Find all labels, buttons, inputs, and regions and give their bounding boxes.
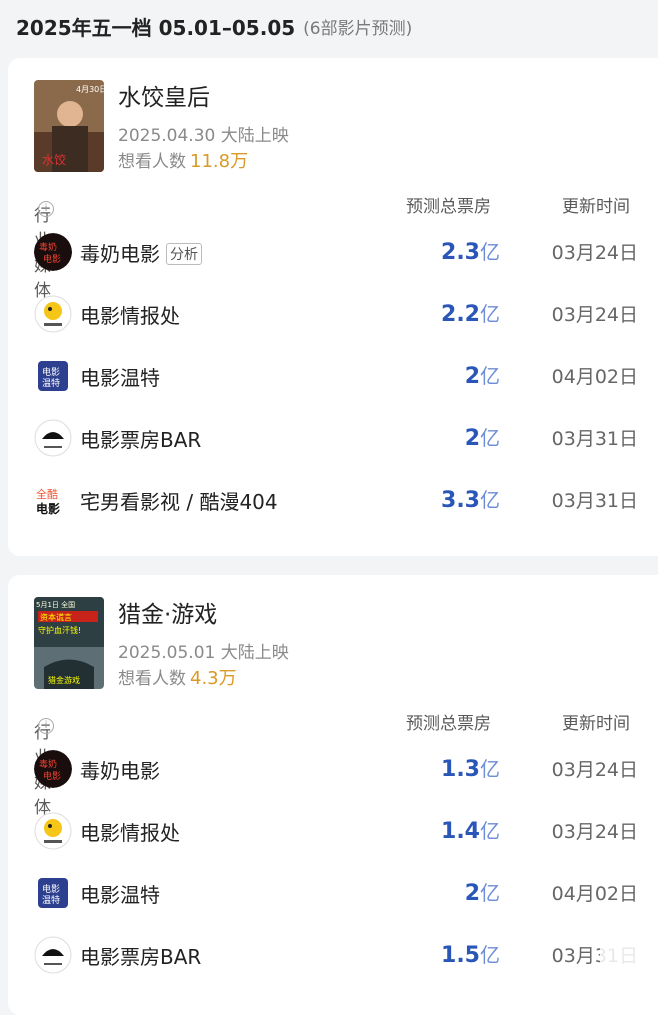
table-row[interactable]: 电影情报处 2.2亿 03月24日 (8, 285, 658, 347)
update-time: 04月02日 (551, 883, 638, 905)
update-time: 03月24日 (551, 759, 638, 781)
update-time: 04月02日 (551, 366, 638, 388)
dunai-logo-icon: 毒奶 电影 (34, 750, 72, 788)
table-row[interactable]: 毒奶 电影 毒奶电影 分析 2.3亿 03月24日 (8, 223, 658, 285)
box-column-header: 预测总票房 (406, 714, 491, 734)
table-header: 行业媒体i 预测总票房 更新时间 (8, 183, 658, 301)
want-count: 11.8万 (190, 151, 249, 172)
want-count: 4.3万 (190, 668, 237, 689)
svg-text:资本谎言: 资本谎言 (40, 612, 72, 622)
table-row[interactable]: 电影票房BAR 2亿 03月31日 (8, 409, 658, 471)
svg-text:全酷: 全酷 (36, 487, 58, 501)
wente-logo-icon: 电影 温特 (34, 874, 72, 912)
want-to-see: 想看人数 4.3万 (118, 664, 237, 690)
update-time: 03月24日 (551, 821, 638, 843)
table-row[interactable]: 全酷 电影 宅男看影视 / 酷漫404 3.3亿 03月31日 (8, 471, 658, 533)
box-office-value: 2.3亿 (441, 240, 500, 265)
watermark-overlay (600, 940, 658, 1000)
box-office-value: 1.3亿 (441, 757, 500, 782)
box-office-value: 1.5亿 (441, 943, 500, 968)
media-name[interactable]: 电影票房BAR (80, 941, 201, 970)
svg-text:毒奶: 毒奶 (39, 758, 57, 770)
svg-text:电影: 电影 (43, 253, 61, 265)
want-label: 想看人数 (118, 669, 186, 689)
svg-text:4月30日: 4月30日 (76, 85, 104, 94)
table-header: 行业媒体i 预测总票房 更新时间 (8, 700, 658, 818)
table-row[interactable]: 电影 温特 电影温特 2亿 04月02日 (8, 347, 658, 409)
update-time: 03月31日 (551, 428, 638, 450)
movie-title: 猎金·游戏 (118, 602, 218, 628)
media-name[interactable]: 电影票房BAR (80, 424, 201, 453)
analysis-tag[interactable]: 分析 (166, 243, 202, 265)
box-office-value: 2亿 (464, 426, 500, 451)
svg-text:水饺: 水饺 (42, 152, 66, 167)
time-column-header: 更新时间 (562, 197, 630, 217)
box-office-value: 2亿 (464, 364, 500, 389)
update-time: 03月24日 (551, 304, 638, 326)
media-name[interactable]: 电影温特 (80, 879, 160, 908)
movie-info[interactable]: 5月1日 全国 资本谎言 守护血汗钱! 猎金游戏 猎金·游戏 2025.05.0… (8, 575, 658, 700)
qingbaochu-logo-icon (34, 295, 72, 333)
qingbaochu-logo-icon (34, 812, 72, 850)
movie-info[interactable]: 4月30日 水饺 水饺皇后 2025.04.30 大陆上映 想看人数 11.8万 (8, 58, 658, 183)
box-office-value: 1.4亿 (441, 819, 500, 844)
kuman-logo-icon: 全酷 电影 (34, 481, 72, 519)
box-office-value: 3.3亿 (441, 488, 500, 513)
release-date: 2025.04.30 大陆上映 (118, 126, 289, 146)
movie-poster[interactable]: 4月30日 水饺 (34, 80, 104, 172)
svg-text:5月1日 全国: 5月1日 全国 (36, 600, 75, 609)
media-name[interactable]: 毒奶电影 (80, 755, 160, 784)
want-label: 想看人数 (118, 152, 186, 172)
media-name[interactable]: 毒奶电影 分析 (80, 238, 202, 267)
piaofang-bar-logo-icon (34, 419, 72, 457)
update-time: 03月24日 (551, 242, 638, 264)
page-title: 2025年五一档 05.01–05.05 (16, 15, 296, 40)
wente-logo-icon: 电影 温特 (34, 357, 72, 395)
want-to-see: 想看人数 11.8万 (118, 147, 248, 173)
movie-card[interactable]: 4月30日 水饺 水饺皇后 2025.04.30 大陆上映 想看人数 11.8万 … (8, 58, 658, 556)
svg-text:猎金游戏: 猎金游戏 (48, 675, 80, 685)
svg-text:电影: 电影 (43, 770, 61, 782)
svg-text:守护血汗钱!: 守护血汗钱! (38, 625, 81, 635)
svg-text:温特: 温特 (42, 377, 60, 389)
media-name[interactable]: 电影温特 (80, 362, 160, 391)
table-row[interactable]: 电影情报处 1.4亿 03月24日 (8, 802, 658, 864)
page-subtitle: (6部影片预测) (303, 18, 413, 39)
piaofang-bar-logo-icon (34, 936, 72, 974)
movie-poster[interactable]: 5月1日 全国 资本谎言 守护血汗钱! 猎金游戏 (34, 597, 104, 689)
update-time: 03月31日 (551, 490, 638, 512)
page-header: 2025年五一档 05.01–05.05 (6部影片预测) (0, 0, 658, 52)
table-row[interactable]: 电影票房BAR 1.5亿 03月31日 (8, 926, 658, 988)
svg-text:毒奶: 毒奶 (39, 241, 57, 253)
dunai-logo-icon: 毒奶 电影 (34, 233, 72, 271)
box-office-value: 2亿 (464, 881, 500, 906)
info-icon[interactable]: i (38, 718, 54, 734)
media-name[interactable]: 电影情报处 (80, 817, 180, 846)
svg-text:电影: 电影 (42, 883, 60, 895)
box-office-value: 2.2亿 (441, 302, 500, 327)
svg-text:电影: 电影 (42, 366, 60, 378)
time-column-header: 更新时间 (562, 714, 630, 734)
release-date: 2025.05.01 大陆上映 (118, 643, 289, 663)
info-icon[interactable]: i (38, 201, 54, 217)
movie-card[interactable]: 5月1日 全国 资本谎言 守护血汗钱! 猎金游戏 猎金·游戏 2025.05.0… (8, 575, 658, 1015)
table-row[interactable]: 电影 温特 电影温特 2亿 04月02日 (8, 864, 658, 926)
svg-text:电影: 电影 (36, 501, 60, 516)
media-name[interactable]: 电影情报处 (80, 300, 180, 329)
table-row[interactable]: 毒奶 电影 毒奶电影 1.3亿 03月24日 (8, 740, 658, 802)
svg-text:温特: 温特 (42, 894, 60, 906)
movie-title: 水饺皇后 (118, 85, 210, 111)
media-name[interactable]: 宅男看影视 / 酷漫404 (80, 486, 278, 515)
box-column-header: 预测总票房 (406, 197, 491, 217)
